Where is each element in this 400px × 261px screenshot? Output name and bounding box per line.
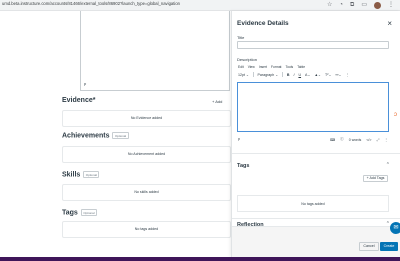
drawer-title: Evidence Details [237,20,289,27]
achievements-empty-text: No Achievement added [127,152,166,156]
menu-insert[interactable]: Insert [259,65,267,69]
toolbar-divider [282,72,283,77]
tags-empty-box: No tags added [62,221,231,238]
drawer-footer: Cancel Create [232,226,400,257]
sidebar-icon[interactable]: ▭ [361,1,367,9]
menu-view[interactable]: View [248,65,255,69]
menu-format[interactable]: Format [271,65,281,69]
achievements-heading: Achievements [62,132,110,140]
browser-toolbar-icons: ☆ ◔ ⧉ ▭ ⋮ [327,1,394,9]
bottom-band [0,257,400,261]
sync-icon[interactable]: ↄ [394,112,400,118]
chat-icon[interactable]: ✉ [390,222,400,234]
editor-menubar: Edit View Insert Format Tools Table [238,65,305,69]
toolbar-divider [253,72,254,77]
title-input[interactable] [237,41,389,49]
evidence-empty-text: No Evidence added [130,116,163,120]
create-button[interactable]: Create [380,242,398,251]
bold-button[interactable]: B [287,73,290,77]
tags-empty-text: No tags added [134,227,159,231]
tags-section-title: Tags Optional [62,209,98,217]
evidence-heading: Evidence [62,97,93,104]
resize-handle-icon[interactable]: ⋮ [384,138,388,142]
section-divider [232,153,400,154]
evidence-section-title: Evidence* [62,97,95,104]
no-tags-text: No tags added [301,202,325,206]
tags-empty-box: No tags added [237,195,389,212]
skills-heading: Skills [62,171,81,179]
url-text[interactable]: umd.beta.instructure.com/accounts/81466/… [2,1,180,6]
statusbar-right: ⌨ Ⓘ 0 words </> ⤢ ⋮ [330,137,388,142]
add-evidence-button[interactable]: + Add [212,99,222,104]
browser-address-bar[interactable]: umd.beta.instructure.com/accounts/81466/… [0,0,400,11]
link-icon[interactable]: ⚯⌄ [335,73,341,77]
keyboard-icon[interactable]: ⌨ [330,138,335,142]
required-mark: * [92,97,96,104]
block-format-value: Paragraph [257,72,275,77]
close-icon[interactable]: × [387,19,392,28]
skills-empty-box: No skills added [62,184,231,201]
word-count[interactable]: 0 words [349,138,362,142]
tags-heading: Tags [62,209,78,217]
menu-edit[interactable]: Edit [238,65,244,69]
tags-title: Tags [237,163,250,169]
rich-text-editor-area[interactable]: p [80,11,230,91]
text-color-icon[interactable]: A⌄ [305,73,310,77]
fullscreen-icon[interactable]: ⤢ [377,138,380,142]
profile-avatar[interactable] [374,1,381,9]
screen: umd.beta.instructure.com/accounts/81466/… [0,0,400,261]
description-editor[interactable] [237,82,389,132]
menu-table[interactable]: Table [297,65,305,69]
description-label: Description [237,57,258,62]
menu-tools[interactable]: Tools [285,65,293,69]
page-content: p Evidence* + Add No Evidence added Achi… [0,11,231,257]
highlight-icon[interactable]: ▲⌄ [314,73,321,77]
more-options-icon[interactable]: ⋮ [345,73,349,77]
cancel-button[interactable]: Cancel [359,242,379,251]
optional-badge: Optional [80,209,98,216]
title-label: Title [237,35,245,40]
puzzle-icon[interactable]: ⧉ [350,1,354,9]
skills-empty-text: No skills added [134,190,159,194]
achievements-section-title: Achievements Optional [62,132,129,139]
achievements-empty-box: No Achievement added [62,146,231,163]
more-menu-icon[interactable]: ⋮ [388,1,394,9]
statusbar-path: p [238,137,240,141]
add-tags-button[interactable]: + Add Tags [363,175,388,182]
extension-icon[interactable]: ◔ [339,1,343,9]
html-editor-toggle[interactable]: </> [366,138,371,142]
section-divider [232,218,400,219]
font-size-select[interactable]: 12pt ⌄ [238,73,249,77]
accessibility-icon[interactable]: Ⓘ [340,137,344,142]
italic-button[interactable]: I [293,73,294,77]
superscript-icon[interactable]: T²⌄ [325,73,331,77]
evidence-empty-box: No Evidence added [62,110,231,127]
editor-path: p [84,81,87,86]
chevron-up-icon[interactable]: ⌃ [386,162,390,168]
bookmark-star-icon[interactable]: ☆ [327,1,332,9]
optional-badge: Optional [112,132,129,139]
optional-badge: Optional [83,171,100,178]
editor-toolbar: 12pt ⌄ Paragraph ⌄ B I U A⌄ ▲⌄ T²⌄ ⚯⌄ ⋮ [238,72,349,77]
evidence-details-drawer: Evidence Details × Title Description Edi… [231,11,400,257]
block-format-select[interactable]: Paragraph ⌄ [258,73,279,77]
underline-button[interactable]: U [298,73,301,77]
font-size-value: 12pt [238,72,245,77]
skills-section-title: Skills Optional [62,171,100,179]
